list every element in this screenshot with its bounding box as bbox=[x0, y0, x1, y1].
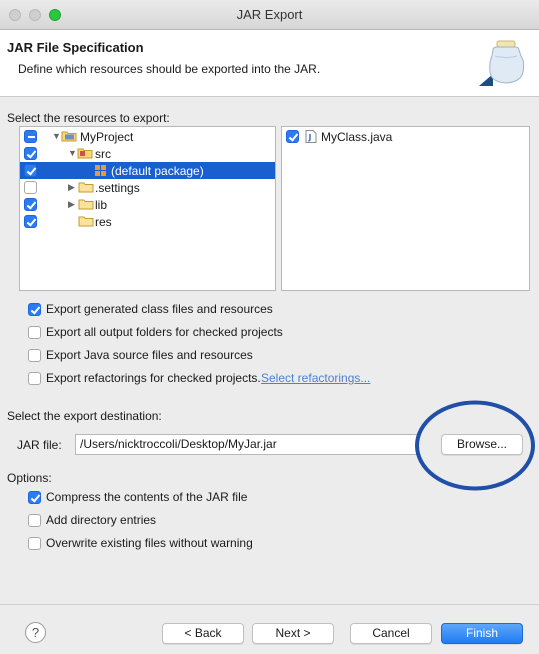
footer-divider bbox=[0, 604, 539, 605]
annotation-circle bbox=[415, 400, 535, 491]
lib-checkbox[interactable] bbox=[24, 198, 37, 211]
tree-item-res[interactable]: res bbox=[20, 213, 275, 230]
default-package-checkbox[interactable] bbox=[24, 164, 37, 177]
list-item-myclass[interactable]: J MyClass.java bbox=[282, 128, 529, 145]
project-folder-icon bbox=[61, 131, 77, 142]
resources-label: Select the resources to export: bbox=[7, 111, 170, 125]
export-option[interactable]: Export generated class files and resourc… bbox=[28, 302, 428, 317]
help-icon[interactable]: ? bbox=[25, 622, 46, 643]
page-title: JAR File Specification bbox=[7, 40, 144, 55]
myclass-checkbox[interactable] bbox=[286, 130, 299, 143]
overwrite-checkbox[interactable] bbox=[28, 537, 41, 550]
folder-icon bbox=[78, 182, 94, 193]
tree-item-label: lib bbox=[95, 198, 108, 212]
next-button[interactable]: Next > bbox=[252, 623, 334, 644]
compress-checkbox[interactable] bbox=[28, 491, 41, 504]
package-icon bbox=[95, 165, 106, 176]
jar-icon bbox=[479, 40, 525, 86]
file-list[interactable]: J MyClass.java bbox=[281, 126, 530, 291]
export-class-files-checkbox[interactable] bbox=[28, 303, 41, 316]
option-label: Overwrite existing files without warning bbox=[46, 536, 253, 550]
finish-button[interactable]: Finish bbox=[441, 623, 523, 644]
java-file-icon: J bbox=[305, 130, 317, 143]
folder-icon bbox=[78, 199, 94, 210]
export-refactorings-checkbox[interactable] bbox=[28, 372, 41, 385]
tree-item-label: res bbox=[95, 215, 112, 229]
option-label: Export refactorings for checked projects… bbox=[46, 371, 261, 385]
svg-text:J: J bbox=[308, 133, 312, 142]
select-refactorings-link[interactable]: Select refactorings... bbox=[261, 371, 370, 385]
export-option[interactable]: Export Java source files and resources bbox=[28, 348, 428, 363]
cancel-button[interactable]: Cancel bbox=[350, 623, 432, 644]
option-label: Export generated class files and resourc… bbox=[46, 302, 273, 316]
tree-item-src[interactable]: ▼ src bbox=[20, 145, 275, 162]
src-checkbox[interactable] bbox=[24, 147, 37, 160]
title-bar: JAR Export bbox=[0, 0, 539, 30]
export-option[interactable]: Export refactorings for checked projects… bbox=[28, 371, 448, 386]
options-label: Options: bbox=[7, 471, 52, 485]
tree-item-label: .settings bbox=[95, 181, 140, 195]
tree-item-label: src bbox=[95, 147, 111, 161]
myproject-checkbox[interactable] bbox=[24, 130, 37, 143]
add-directory-entries-checkbox[interactable] bbox=[28, 514, 41, 527]
chevron-down-icon[interactable]: ▼ bbox=[52, 131, 61, 141]
export-option[interactable]: Export all output folders for checked pr… bbox=[28, 325, 428, 340]
export-output-folders-checkbox[interactable] bbox=[28, 326, 41, 339]
settings-checkbox[interactable] bbox=[24, 181, 37, 194]
res-checkbox[interactable] bbox=[24, 215, 37, 228]
export-source-files-checkbox[interactable] bbox=[28, 349, 41, 362]
resource-tree[interactable]: ▼ MyProject ▼ src (default package) ▶ .s… bbox=[19, 126, 276, 291]
list-item-label: MyClass.java bbox=[321, 130, 393, 144]
destination-label: Select the export destination: bbox=[7, 409, 162, 423]
chevron-down-icon[interactable]: ▼ bbox=[68, 148, 77, 158]
jar-file-label: JAR file: bbox=[17, 438, 62, 452]
tree-item-settings[interactable]: ▶ .settings bbox=[20, 179, 275, 196]
option-label: Export all output folders for checked pr… bbox=[46, 325, 283, 339]
tree-item-default-package[interactable]: (default package) bbox=[20, 162, 275, 179]
option-item[interactable]: Overwrite existing files without warning bbox=[28, 536, 428, 551]
tree-item-myproject[interactable]: ▼ MyProject bbox=[20, 128, 275, 145]
tree-item-lib[interactable]: ▶ lib bbox=[20, 196, 275, 213]
option-label: Compress the contents of the JAR file bbox=[46, 490, 248, 504]
option-label: Export Java source files and resources bbox=[46, 348, 253, 362]
folder-icon bbox=[78, 216, 94, 227]
jar-file-input[interactable]: /Users/nicktroccoli/Desktop/MyJar.jar bbox=[75, 434, 418, 455]
wizard-header: JAR File Specification Define which reso… bbox=[0, 30, 539, 97]
chevron-right-icon[interactable]: ▶ bbox=[68, 182, 75, 193]
option-item[interactable]: Add directory entries bbox=[28, 513, 428, 528]
tree-item-label: MyProject bbox=[80, 130, 134, 144]
window-title: JAR Export bbox=[236, 7, 303, 22]
page-description: Define which resources should be exporte… bbox=[18, 62, 321, 76]
tree-item-label: (default package) bbox=[111, 164, 204, 178]
option-label: Add directory entries bbox=[46, 513, 157, 527]
chevron-right-icon[interactable]: ▶ bbox=[68, 199, 75, 210]
back-button[interactable]: < Back bbox=[162, 623, 244, 644]
option-item[interactable]: Compress the contents of the JAR file bbox=[28, 490, 428, 505]
source-folder-icon bbox=[77, 148, 93, 159]
